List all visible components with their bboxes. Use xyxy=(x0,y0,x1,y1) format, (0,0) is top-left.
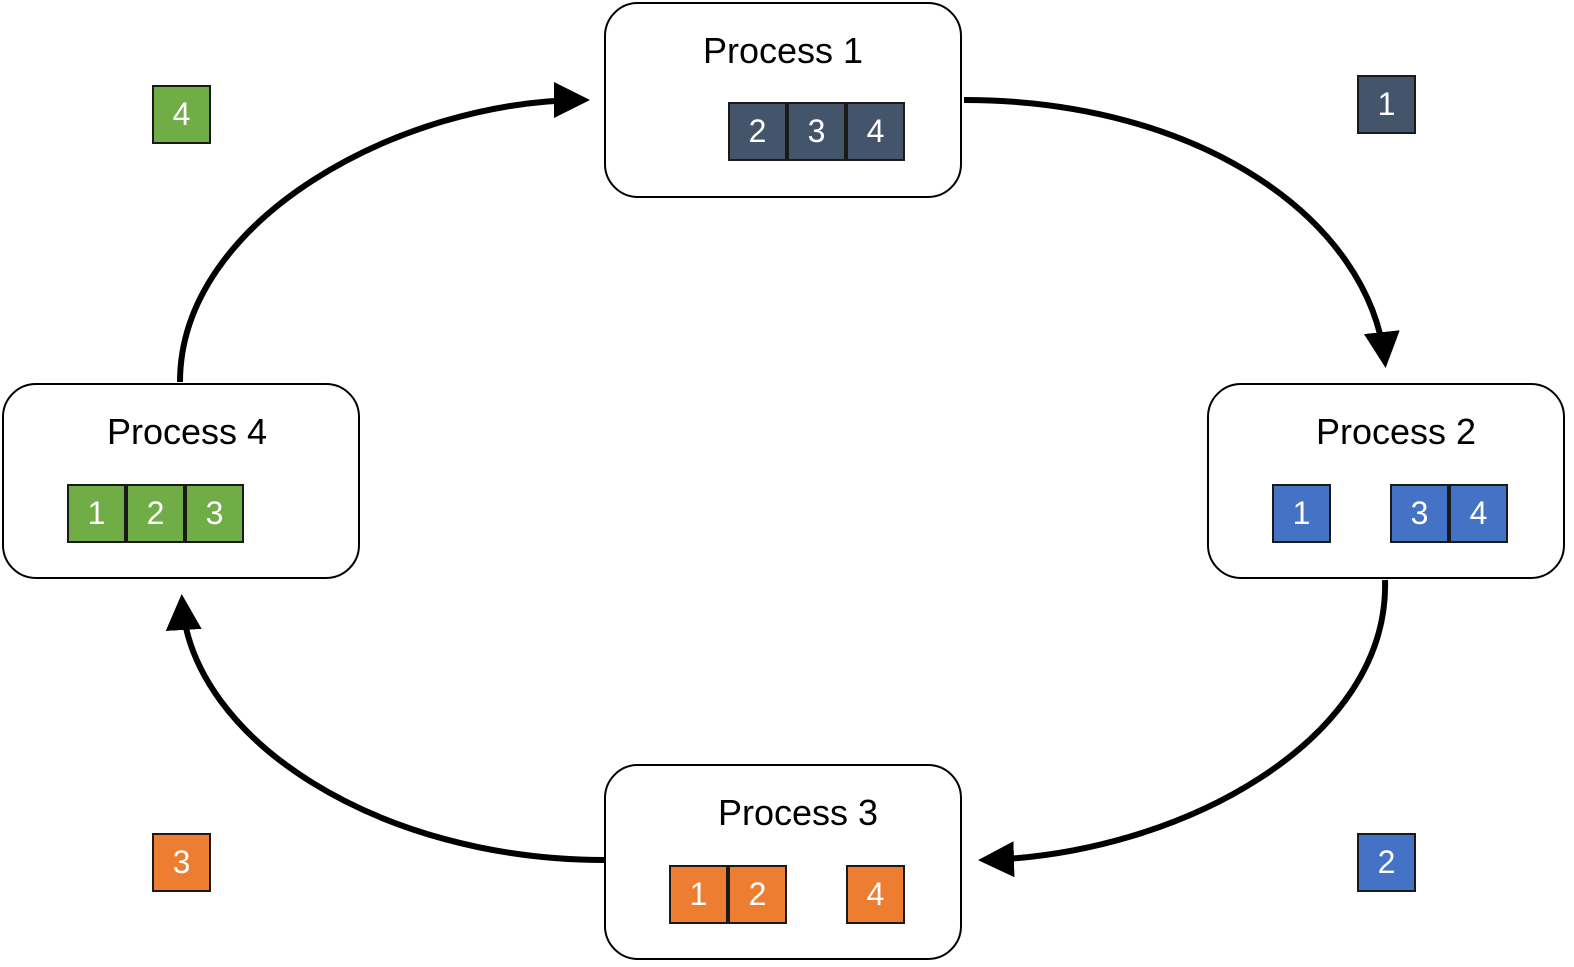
process-4-title: Process 4 xyxy=(106,411,268,452)
transit-block-1: 1 xyxy=(1357,75,1416,134)
p2-block: 4 xyxy=(1449,484,1508,543)
arrow-p1-to-p2 xyxy=(963,97,1400,368)
transit-block-4: 4 xyxy=(152,85,211,144)
process-3-title: Process 3 xyxy=(717,792,879,833)
process-2-box: Process 2 xyxy=(1207,383,1565,579)
p2-block: 1 xyxy=(1272,484,1331,543)
process-3-box: Process 3 xyxy=(604,764,962,960)
process-1-title: Process 1 xyxy=(702,30,864,71)
transit-block-3: 3 xyxy=(152,833,211,892)
arrow-p3-to-p4 xyxy=(165,594,605,863)
transit-block-2: 2 xyxy=(1357,833,1416,892)
p3-block: 4 xyxy=(846,865,905,924)
p3-block: 1 xyxy=(669,865,728,924)
p1-block: 4 xyxy=(846,102,905,161)
p3-block: 2 xyxy=(728,865,787,924)
arrow-p2-to-p3 xyxy=(978,579,1389,878)
p1-block: 2 xyxy=(728,102,787,161)
p1-block: 3 xyxy=(787,102,846,161)
p4-block: 3 xyxy=(185,484,244,543)
process-4-box: Process 4 xyxy=(2,383,360,579)
p4-block: 1 xyxy=(67,484,126,543)
p4-block: 2 xyxy=(126,484,185,543)
process-1-box: Process 1 xyxy=(604,2,962,198)
p2-block: 3 xyxy=(1390,484,1449,543)
arrow-p4-to-p1 xyxy=(177,82,590,383)
process-2-title: Process 2 xyxy=(1315,411,1477,452)
